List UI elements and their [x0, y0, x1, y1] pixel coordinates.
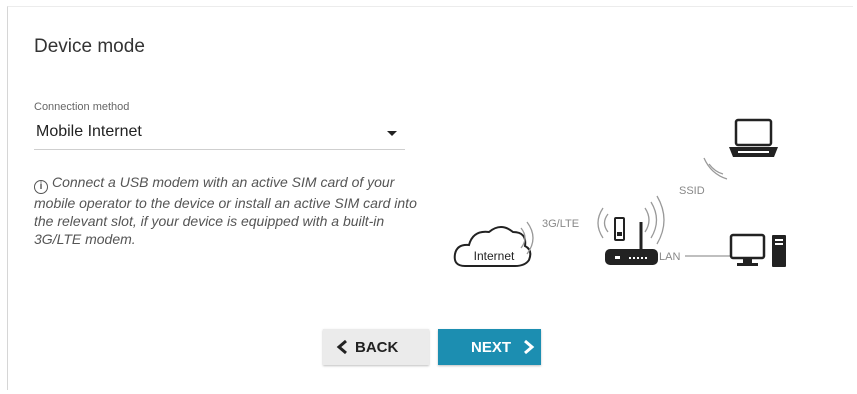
internet-label: Internet — [474, 249, 515, 263]
connection-method-select[interactable]: Mobile Internet — [34, 116, 405, 150]
desktop-computer-icon — [729, 233, 786, 267]
info-text-block: i Connect a USB modem with an active SIM … — [34, 173, 419, 248]
3g-lte-label: 3G/LTE — [542, 218, 579, 230]
cloud-signal-icon — [520, 221, 534, 255]
router-icon — [605, 217, 658, 265]
router-signal-icon — [597, 195, 665, 245]
chevron-left-icon — [336, 339, 347, 355]
back-button-label: BACK — [355, 339, 399, 356]
next-button-label: NEXT — [471, 339, 512, 356]
lan-label: LAN — [659, 251, 680, 263]
ssid-label: SSID — [679, 185, 705, 197]
info-icon: i — [34, 180, 48, 194]
back-button[interactable]: BACK — [323, 329, 429, 365]
laptop-icon — [729, 118, 778, 157]
page-title: Device mode — [34, 36, 145, 57]
next-button[interactable]: NEXT — [438, 329, 541, 365]
info-text: Connect a USB modem with an active SIM c… — [34, 174, 417, 247]
connection-method-value: Mobile Internet — [36, 123, 142, 140]
chevron-right-icon — [524, 339, 535, 355]
connection-method-label: Connection method — [34, 101, 130, 113]
wifi-signal-icon — [703, 157, 728, 180]
caret-down-icon — [387, 131, 397, 136]
network-diagram: Internet 3G/LTE LAN SSID — [453, 118, 786, 267]
